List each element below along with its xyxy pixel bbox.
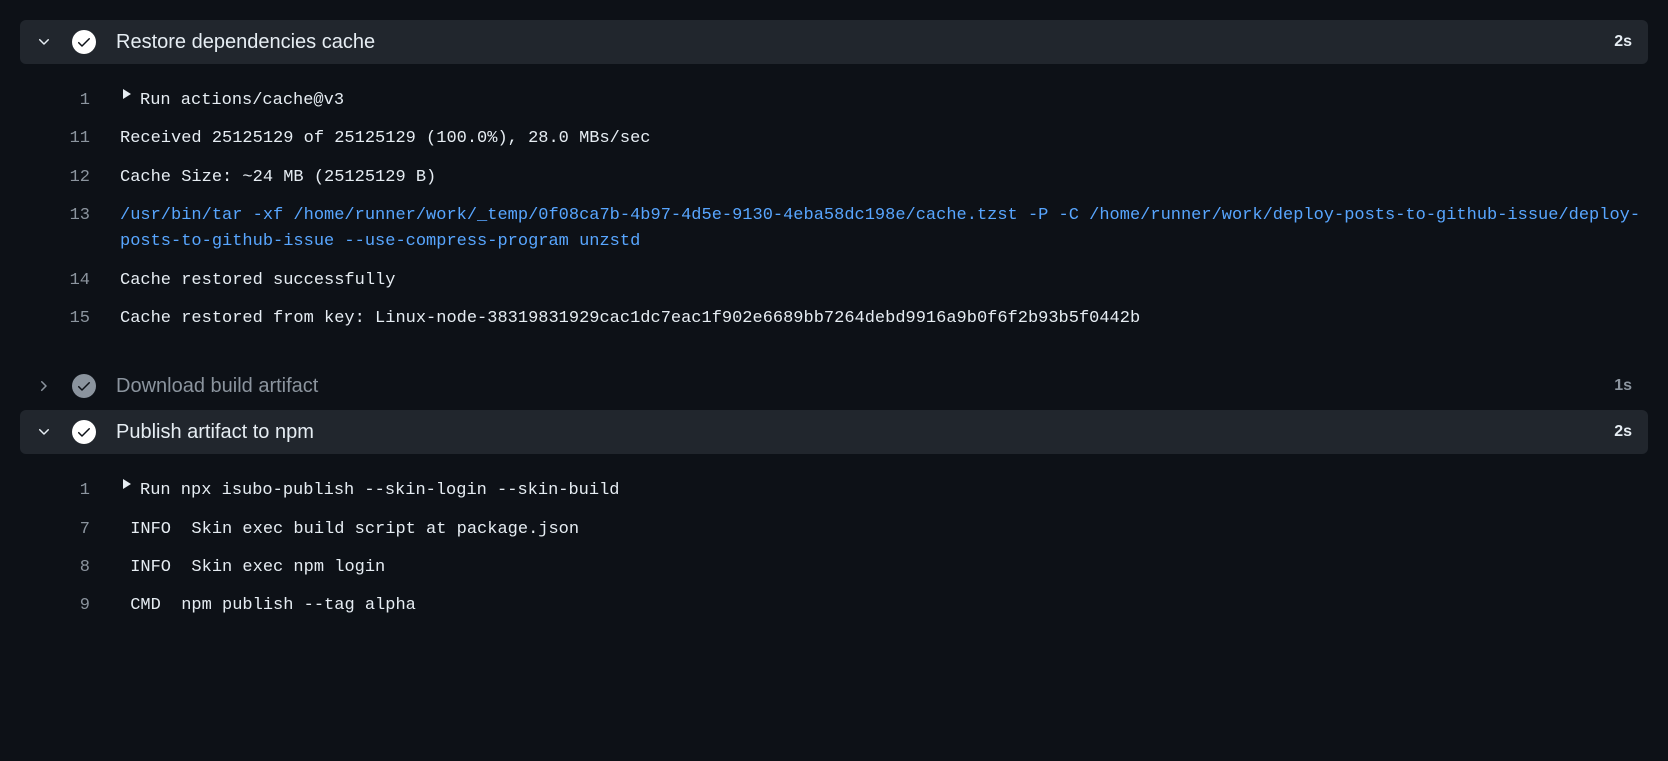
line-number: 14 [20,268,120,294]
line-content: INFO Skin exec build script at package.j… [120,517,1648,543]
line-text: Cache restored from key: Linux-node-3831… [120,306,1648,332]
line-text: CMD npm publish --tag alpha [120,593,1648,619]
line-content: INFO Skin exec npm login [120,555,1648,581]
log-line: 14Cache restored successfully [20,262,1648,300]
disclosure-triangle-icon[interactable] [120,478,134,490]
line-text: /usr/bin/tar -xf /home/runner/work/_temp… [120,203,1648,256]
line-number: 7 [20,517,120,543]
line-number: 15 [20,306,120,332]
check-circle-icon [72,374,96,398]
log-line: 11Received 25125129 of 25125129 (100.0%)… [20,120,1648,158]
line-text: Run actions/cache@v3 [140,88,1648,114]
log-line: 7 INFO Skin exec build script at package… [20,511,1648,549]
line-content: Cache restored from key: Linux-node-3831… [120,306,1648,332]
line-number: 13 [20,203,120,229]
workflow-step: Download build artifact1s [20,364,1648,408]
log-line: 8 INFO Skin exec npm login [20,549,1648,587]
line-content[interactable]: Run actions/cache@v3 [120,88,1648,114]
line-number: 1 [20,478,120,504]
check-circle-icon [72,30,96,54]
line-content: /usr/bin/tar -xf /home/runner/work/_temp… [120,203,1648,256]
chevron-down-icon[interactable] [36,34,52,50]
step-title: Download build artifact [116,375,1614,398]
step-duration: 1s [1614,377,1632,395]
line-number: 1 [20,88,120,114]
step-header[interactable]: Download build artifact1s [20,364,1648,408]
log-line: 1 Run actions/cache@v3 [20,82,1648,120]
log-body: 1 Run actions/cache@v3 11Received 25125129… [20,64,1648,362]
line-text: Run npx isubo-publish --skin-login --ski… [140,478,1648,504]
step-duration: 2s [1614,33,1632,51]
chevron-down-icon[interactable] [36,424,52,440]
log-line: 9 CMD npm publish --tag alpha [20,587,1648,625]
workflow-step: Restore dependencies cache2s 1 Run actions… [20,20,1648,362]
line-number: 12 [20,165,120,191]
line-number: 9 [20,593,120,619]
line-content: CMD npm publish --tag alpha [120,593,1648,619]
step-title: Restore dependencies cache [116,31,1614,54]
line-content: Cache restored successfully [120,268,1648,294]
line-text: INFO Skin exec npm login [120,555,1648,581]
line-content[interactable]: Run npx isubo-publish --skin-login --ski… [120,478,1648,504]
log-line: 15Cache restored from key: Linux-node-38… [20,300,1648,338]
step-header[interactable]: Restore dependencies cache2s [20,20,1648,64]
log-line: 13/usr/bin/tar -xf /home/runner/work/_te… [20,197,1648,262]
line-text: Cache Size: ~24 MB (25125129 B) [120,165,1648,191]
step-title: Publish artifact to npm [116,421,1614,444]
line-number: 11 [20,126,120,152]
line-content: Received 25125129 of 25125129 (100.0%), … [120,126,1648,152]
log-body: 1 Run npx isubo-publish --skin-login --sk… [20,454,1648,649]
line-text: INFO Skin exec build script at package.j… [120,517,1648,543]
step-duration: 2s [1614,423,1632,441]
log-line: 12Cache Size: ~24 MB (25125129 B) [20,159,1648,197]
log-line: 1 Run npx isubo-publish --skin-login --sk… [20,472,1648,510]
line-number: 8 [20,555,120,581]
check-circle-icon [72,420,96,444]
line-text: Cache restored successfully [120,268,1648,294]
workflow-step: Publish artifact to npm2s 1 Run npx isubo-… [20,410,1648,649]
line-text: Received 25125129 of 25125129 (100.0%), … [120,126,1648,152]
step-header[interactable]: Publish artifact to npm2s [20,410,1648,454]
line-content: Cache Size: ~24 MB (25125129 B) [120,165,1648,191]
chevron-right-icon[interactable] [36,378,52,394]
disclosure-triangle-icon[interactable] [120,88,134,100]
